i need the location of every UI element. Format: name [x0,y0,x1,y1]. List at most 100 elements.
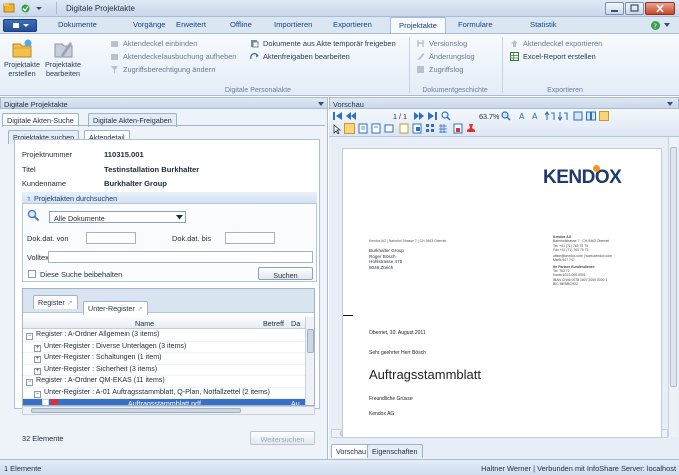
annotation-icon[interactable] [358,123,368,134]
tab-statistik[interactable]: Statistik [530,20,557,29]
next-page-icon[interactable] [413,111,425,121]
tab-offline[interactable]: Offline [230,20,252,29]
column-betreff[interactable]: Betreff [263,319,284,328]
grid-hscrollbar[interactable] [22,406,315,415]
prev-page-icon[interactable] [345,111,357,121]
tab-importieren[interactable]: Importieren [274,20,312,29]
zoom-in-icon[interactable] [501,111,511,121]
result-count: 32 Elemente [22,434,64,443]
group-row[interactable]: + Unter-Register : Schaltungen (1 item) [23,353,305,365]
first-page-icon[interactable] [332,111,344,121]
fit-page-icon[interactable] [599,111,609,121]
zoom-level[interactable]: 63.7% [479,112,499,121]
maximize-button[interactable] [625,2,644,15]
title-bar: Digitale Projektakte [0,0,679,17]
zugriffsberechtigung-aendern-button[interactable]: Zugriffsberechtigung ändern [110,65,215,74]
collapse-node-icon[interactable]: − [34,390,41,398]
qat-icon[interactable] [20,3,31,14]
print-icon[interactable] [453,123,463,134]
grid-vscrollbar[interactable] [305,317,314,405]
projektakte-bearbeiten-button[interactable]: Projektakte bearbeiten [44,38,82,84]
scroll-thumb[interactable] [670,147,677,387]
grid-group-register[interactable]: Register ↗ [33,295,78,309]
keep-search-checkbox[interactable] [28,270,36,278]
text-up-icon[interactable] [545,111,555,121]
find-icon[interactable]: A [519,111,529,121]
stamp-icon[interactable] [466,123,476,134]
help-icon[interactable]: ? [650,20,661,31]
aktendeckel-exportieren-button[interactable]: Aktendeckel exportieren [510,39,602,48]
document-filter-select[interactable]: Alle Dokumente [49,211,186,223]
group-row[interactable]: + Unter-Register : Diverse Unterlagen (3 … [23,341,305,353]
aenderungslog-button[interactable]: Änderungslog [416,52,475,61]
zoom-out-icon[interactable] [441,111,451,121]
preview-vscrollbar[interactable] [668,137,678,437]
page-copy-icon[interactable] [412,123,422,134]
grid-header: Name Betreff Da [23,317,305,329]
tab-dokumente[interactable]: Dokumente [58,20,97,29]
scroll-thumb[interactable] [307,329,314,353]
expand-node-icon[interactable]: + [34,344,41,352]
aktendeckelausbuchung-aufheben-button[interactable]: Aktendeckelausbuchung aufheben [110,52,236,61]
zugriffslog-button[interactable]: Zugriffslog [416,65,463,74]
excel-report-button[interactable]: Excel-Report erstellen [510,52,596,61]
aktenfreigaben-bearbeiten-button[interactable]: Aktenfreigaben bearbeiten [250,52,350,61]
group-label-dokumentgeschichte: Dokumentgeschichte [422,87,488,94]
tab-eigenschaften[interactable]: Eigenschaften [367,444,423,458]
single-page-icon[interactable] [573,111,583,121]
note-icon[interactable] [371,123,381,134]
dokumente-freigeben-button[interactable]: Dokumente aus Akte temporär freigeben [250,39,396,48]
group-row[interactable]: + Unter-Register : Sicherheit (3 items) [23,365,305,376]
projektakte-erstellen-button[interactable]: Projektakte erstellen [4,38,40,84]
file-menu-button[interactable] [3,19,37,32]
pointer-icon[interactable] [333,124,341,134]
tab-formulare[interactable]: Formulare [458,20,493,29]
thumbnails-icon[interactable] [425,123,435,134]
expand-node-icon[interactable]: + [34,356,41,363]
weitersuchen-button[interactable]: Weitersuchen [250,431,315,445]
tab-vorgaenge[interactable]: Vorgänge [133,20,166,29]
page-icon[interactable] [399,123,409,134]
fulltext-input[interactable] [48,251,313,263]
date-to-input[interactable] [225,232,275,244]
minimize-button[interactable] [605,2,624,15]
date-from-input[interactable] [86,232,136,244]
tab-projektakte[interactable]: Projektakte [390,17,446,34]
row-text: Unter-Register : Diverse Unterlagen (3 i… [44,341,187,350]
collapse-node-icon[interactable]: − [26,333,33,340]
pane-menu-icon[interactable] [666,101,674,107]
hand-tool-icon[interactable] [344,123,355,134]
group-row[interactable]: − Register : A-Ordner Allgemein (3 items) [23,330,305,342]
close-button[interactable] [645,2,675,15]
text-down-icon[interactable] [558,111,568,121]
search-button[interactable]: Suchen [258,267,313,280]
hscroll-thumb[interactable] [31,408,241,413]
expand-node-icon[interactable]: + [34,367,41,375]
date-from-label: Dok.dat. von [27,234,69,243]
group-row[interactable]: − Unter-Register : A-01 Auftragsstammblat… [23,388,305,399]
last-page-icon[interactable] [426,111,438,121]
search-group-header[interactable]: ⇑ Projektakten durchsuchen [22,192,317,204]
find-next-icon[interactable]: A [532,111,542,121]
tab-erweitert[interactable]: Erweitert [176,20,206,29]
help-dropdown-icon[interactable] [663,21,671,29]
aktendeckel-einbinden-button[interactable]: Aktendeckel einbinden [110,39,197,48]
tab-vorschau[interactable]: Vorschau [331,444,371,458]
two-page-icon[interactable] [586,111,596,121]
pane-menu-icon[interactable] [317,101,325,107]
file-row[interactable]: Auftragsstammblatt.pdf Au [23,399,305,405]
logo-dot [593,165,600,172]
tab-exportieren[interactable]: Exportieren [333,20,372,29]
app-icon [3,2,15,14]
column-name[interactable]: Name [135,319,154,328]
column-datum[interactable]: Da [291,319,300,328]
group-row[interactable]: − Register : A-Ordner QM-EKAS (11 items) [23,376,305,388]
document-filter-value: Alle Dokumente [54,214,105,223]
grid-group-unter-register[interactable]: Unter-Register ↗ [83,301,148,315]
grid-view-icon[interactable] [438,123,448,134]
versionslog-button[interactable]: Versionslog [416,39,467,48]
qat-dropdown-icon[interactable] [34,3,44,13]
rectangle-icon[interactable] [384,123,394,134]
collapse-node-icon[interactable]: − [26,379,33,386]
grid-group-label: Unter-Register [88,304,135,313]
